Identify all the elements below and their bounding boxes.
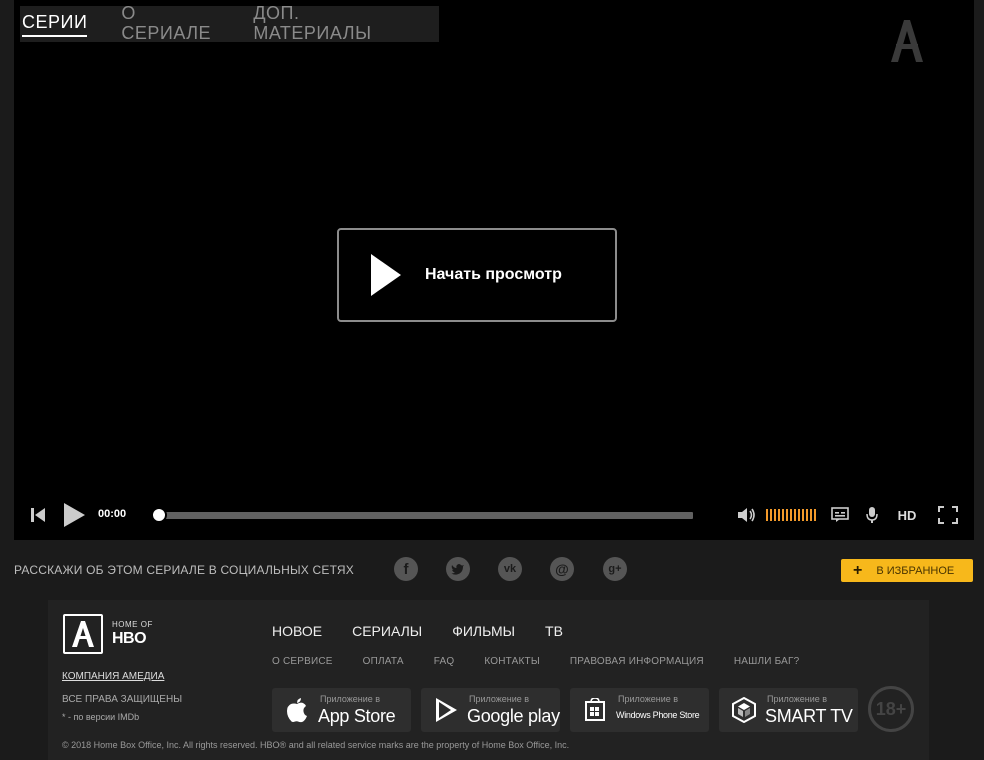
- tab-extras[interactable]: ДОП. МАТЕРИАЛЫ: [253, 3, 405, 46]
- share-twitter[interactable]: [446, 557, 470, 581]
- age-rating-badge: 18+: [868, 686, 914, 732]
- link-payment[interactable]: ОПЛАТА: [363, 656, 404, 667]
- google-plus-icon: g+: [608, 563, 622, 575]
- tab-about-series[interactable]: О СЕРИАЛЕ: [121, 3, 219, 46]
- progress-bar[interactable]: [151, 507, 693, 523]
- volume-bar: [794, 509, 796, 521]
- volume-bar: [778, 509, 780, 521]
- tab-episodes[interactable]: СЕРИИ: [22, 12, 88, 37]
- previous-button[interactable]: [26, 495, 50, 535]
- volume-bar: [810, 509, 812, 521]
- series-tabs: СЕРИИ О СЕРИАЛЕ ДОП. МАТЕРИАЛЫ: [20, 3, 439, 43]
- mute-button[interactable]: [736, 495, 758, 535]
- mail-icon: @: [555, 561, 569, 577]
- windows-icon: [582, 697, 608, 723]
- share-text: РАССКАЖИ ОБ ЭТОМ СЕРИАЛЕ В СОЦИАЛЬНЫХ СЕ…: [14, 563, 354, 577]
- footer-sub-nav: О СЕРВИСЕ ОПЛАТА FAQ КОНТАКТЫ ПРАВОВАЯ И…: [272, 656, 829, 667]
- audio-track-button[interactable]: [862, 495, 882, 535]
- link-about-service[interactable]: О СЕРВИСЕ: [272, 656, 333, 667]
- nav-tv[interactable]: ТВ: [545, 623, 563, 639]
- twitter-icon: [451, 564, 464, 575]
- volume-bar: [766, 509, 768, 521]
- link-report-bug[interactable]: НАШЛИ БАГ?: [734, 656, 800, 667]
- play-button[interactable]: [60, 495, 88, 535]
- google-play-big: Google play: [467, 706, 560, 726]
- quality-button[interactable]: HD: [894, 495, 920, 535]
- facebook-icon: f: [403, 560, 409, 578]
- volume-bar: [790, 509, 792, 521]
- vk-icon: vk: [503, 563, 517, 575]
- player-controls: 00:00 HD: [14, 495, 974, 535]
- subtitles-button[interactable]: [828, 495, 852, 535]
- amediateka-logo-icon: [891, 20, 923, 62]
- smart-tv-button[interactable]: Приложение в SMART TV: [719, 688, 858, 732]
- share-facebook[interactable]: f: [394, 557, 418, 581]
- skip-back-icon: [31, 508, 45, 522]
- windows-phone-store-button[interactable]: Приложение в Windows Phone Store: [570, 688, 709, 732]
- play-icon: [371, 254, 401, 296]
- app-store-big: App Store: [318, 706, 396, 726]
- video-player[interactable]: СЕРИИ О СЕРИАЛЕ ДОП. МАТЕРИАЛЫ Начать пр…: [14, 0, 974, 540]
- start-watching-label: Начать просмотр: [425, 266, 562, 283]
- microphone-icon: [866, 507, 878, 523]
- add-to-favorites-button[interactable]: + В ИЗБРАННОЕ: [841, 559, 973, 582]
- volume-bar: [814, 509, 816, 521]
- amedia-logo[interactable]: [63, 614, 103, 654]
- copyright-text: © 2018 Home Box Office, Inc. All rights …: [62, 740, 570, 750]
- windows-store-small: Приложение в: [618, 694, 679, 704]
- share-bar: РАССКАЖИ ОБ ЭТОМ СЕРИАЛЕ В СОЦИАЛЬНЫХ СЕ…: [0, 546, 984, 592]
- volume-icon: [738, 508, 755, 522]
- footer: HOME OF HBO КОМПАНИЯ АМЕДИА ВСЕ ПРАВА ЗА…: [48, 600, 929, 760]
- apple-icon: [284, 697, 310, 723]
- fullscreen-button[interactable]: [936, 495, 960, 535]
- rights-text: ВСЕ ПРАВА ЗАЩИЩЕНЫ: [62, 694, 183, 705]
- volume-bar: [798, 509, 800, 521]
- windows-store-big: Windows Phone Store: [616, 710, 700, 720]
- smart-tv-icon: [731, 697, 757, 723]
- amedia-logo-icon: [72, 621, 94, 647]
- volume-bar: [774, 509, 776, 521]
- volume-bar: [786, 509, 788, 521]
- volume-bar: [770, 509, 772, 521]
- app-store-button[interactable]: Приложение в App Store: [272, 688, 411, 732]
- home-of-text: HOME OF: [112, 620, 153, 629]
- nav-movies[interactable]: ФИЛЬМЫ: [452, 623, 515, 639]
- imdb-note: * - по версии IMDb: [62, 712, 140, 722]
- link-faq[interactable]: FAQ: [434, 656, 455, 667]
- volume-bar: [782, 509, 784, 521]
- link-contacts[interactable]: КОНТАКТЫ: [484, 656, 540, 667]
- current-time: 00:00: [98, 508, 127, 520]
- volume-bar: [802, 509, 804, 521]
- link-legal-info[interactable]: ПРАВОВАЯ ИНФОРМАЦИЯ: [570, 656, 704, 667]
- nav-new[interactable]: НОВОЕ: [272, 623, 322, 639]
- google-play-button[interactable]: Приложение в Google play: [421, 688, 560, 732]
- plus-icon: +: [853, 561, 863, 579]
- company-link[interactable]: КОМПАНИЯ АМЕДИА: [62, 671, 164, 682]
- add-to-favorites-label: В ИЗБРАННОЕ: [876, 564, 955, 577]
- smart-tv-small: Приложение в: [767, 694, 828, 704]
- app-store-small: Приложение в: [320, 694, 381, 704]
- volume-bar: [806, 509, 808, 521]
- fullscreen-icon: [938, 506, 958, 524]
- nav-series[interactable]: СЕРИАЛЫ: [352, 623, 422, 639]
- volume-slider[interactable]: [766, 509, 818, 521]
- share-vk[interactable]: vk: [498, 557, 522, 581]
- share-mail[interactable]: @: [550, 557, 574, 581]
- footer-main-nav: НОВОЕ СЕРИАЛЫ ФИЛЬМЫ ТВ: [272, 623, 593, 639]
- google-play-small: Приложение в: [469, 694, 530, 704]
- smart-tv-big: SMART TV: [765, 706, 853, 726]
- quality-label: HD: [897, 507, 917, 523]
- start-watching-button[interactable]: Начать просмотр: [337, 228, 617, 322]
- play-icon: [64, 503, 85, 527]
- google-play-icon: [433, 697, 459, 723]
- hbo-logo: HBO: [112, 630, 147, 647]
- share-google-plus[interactable]: g+: [603, 557, 627, 581]
- subtitles-icon: [831, 507, 849, 522]
- progress-knob[interactable]: [151, 507, 167, 523]
